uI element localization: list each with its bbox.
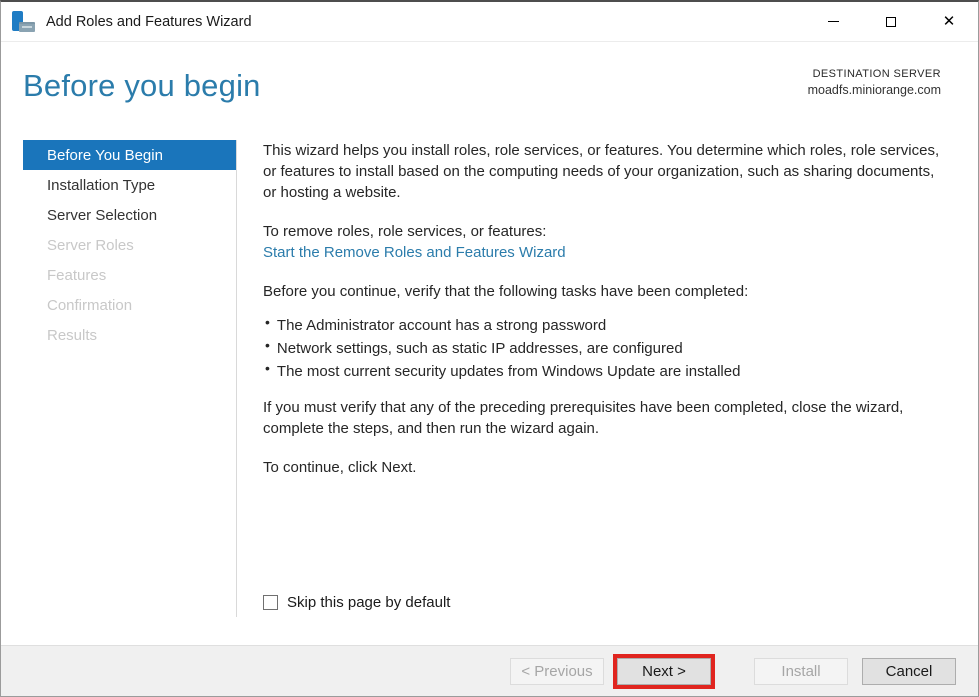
wizard-body: Before You Begin Installation Type Serve…: [1, 126, 978, 621]
sidebar-item-label: Server Selection: [47, 206, 158, 224]
window-controls: ✕: [804, 2, 978, 41]
close-button[interactable]: ✕: [920, 2, 978, 41]
prerequisite-item: Network settings, such as static IP addr…: [265, 337, 944, 360]
install-button: Install: [754, 657, 848, 685]
sidebar-item-label: Server Roles: [47, 236, 134, 254]
verify-note-text: If you must verify that any of the prece…: [263, 399, 904, 437]
sidebar-item-label: Before You Begin: [47, 146, 163, 164]
sidebar-item-server-selection[interactable]: Server Selection: [23, 200, 236, 230]
title-bar: Add Roles and Features Wizard ✕: [1, 2, 978, 42]
sidebar-item-label: Results: [47, 326, 98, 344]
minimize-button[interactable]: [804, 2, 862, 41]
intro-paragraph: This wizard helps you install roles, rol…: [263, 142, 940, 201]
skip-page-checkbox[interactable]: [263, 595, 278, 610]
prerequisite-item: The Administrator account has a strong p…: [265, 314, 944, 337]
sidebar-item-features: Features: [23, 260, 236, 290]
cancel-button[interactable]: Cancel: [862, 657, 956, 685]
verify-intro-text: Before you continue, verify that the fol…: [263, 283, 749, 300]
next-button[interactable]: Next >: [617, 657, 711, 685]
skip-page-row: Skip this page by default: [263, 592, 944, 613]
skip-page-label: Skip this page by default: [287, 594, 451, 611]
server-manager-icon: [11, 10, 37, 34]
wizard-window: Add Roles and Features Wizard ✕ Before y…: [0, 0, 979, 697]
sidebar-item-confirmation: Confirmation: [23, 290, 236, 320]
sidebar-item-server-roles: Server Roles: [23, 230, 236, 260]
prerequisite-item: The most current security updates from W…: [265, 360, 944, 383]
remove-intro-text: To remove roles, role services, or featu…: [263, 223, 547, 240]
close-icon: ✕: [942, 13, 956, 30]
sidebar-item-label: Features: [47, 266, 107, 284]
wizard-header: Before you begin DESTINATION SERVER moad…: [1, 42, 978, 126]
maximize-icon: [886, 16, 896, 27]
destination-server-label: DESTINATION SERVER: [812, 68, 941, 80]
wizard-content: This wizard helps you install roles, rol…: [263, 140, 944, 617]
continue-note-text: To continue, click Next.: [263, 459, 417, 476]
wizard-footer: < Previous Next > Install Cancel: [1, 645, 978, 696]
prerequisite-list: The Administrator account has a strong p…: [265, 314, 944, 383]
minimize-icon: [827, 21, 839, 22]
destination-server-block: DESTINATION SERVER moadfs.miniorange.com: [808, 68, 941, 97]
previous-button: < Previous: [510, 657, 604, 685]
maximize-button[interactable]: [862, 2, 920, 41]
window-title: Add Roles and Features Wizard: [46, 13, 252, 30]
destination-server-name: moadfs.miniorange.com: [807, 83, 941, 97]
page-title: Before you begin: [23, 68, 261, 103]
remove-roles-wizard-link[interactable]: Start the Remove Roles and Features Wiza…: [263, 242, 566, 263]
sidebar-item-before-you-begin[interactable]: Before You Begin: [23, 140, 236, 170]
next-button-highlight: Next >: [613, 653, 715, 689]
sidebar-item-installation-type[interactable]: Installation Type: [23, 170, 236, 200]
sidebar-item-label: Confirmation: [47, 296, 133, 314]
sidebar-item-results: Results: [23, 320, 236, 350]
wizard-step-nav: Before You Begin Installation Type Serve…: [23, 140, 237, 617]
sidebar-item-label: Installation Type: [47, 176, 156, 194]
